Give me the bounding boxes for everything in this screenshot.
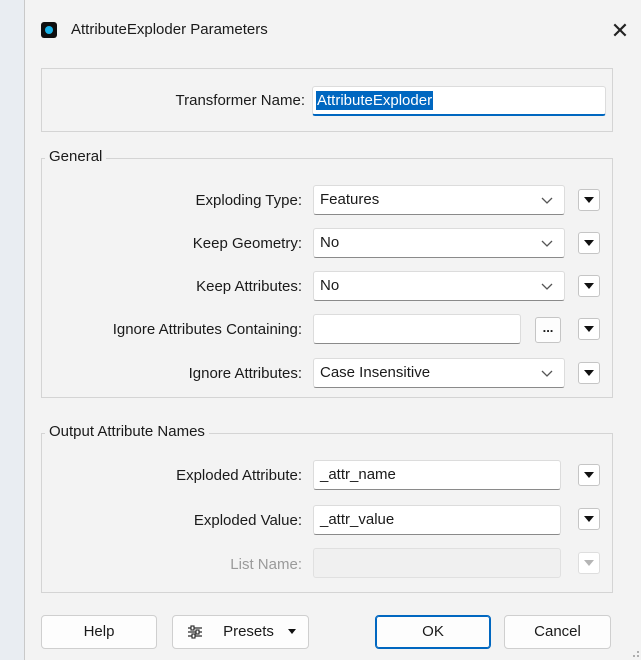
ignore-attributes-containing-menu-button[interactable] [578, 318, 600, 340]
browse-button[interactable]: ... [535, 317, 561, 343]
list-name-menu-button [578, 552, 600, 574]
transformer-name-input[interactable]: AttributeExploder [312, 86, 606, 116]
presets-caret-icon [288, 629, 296, 634]
keep-attributes-label: Keep Attributes: [196, 278, 302, 295]
sliders-icon [188, 625, 202, 639]
close-icon: ✕ [610, 18, 630, 43]
attribute-exploder-dialog: AttributeExploder Parameters ✕ Transform… [24, 0, 641, 660]
close-button[interactable]: ✕ [598, 12, 641, 50]
exploded-attribute-input[interactable]: _attr_name [313, 460, 561, 490]
transformer-name-label: Transformer Name: [175, 92, 305, 109]
app-icon [41, 22, 57, 38]
exploding-type-label: Exploding Type: [195, 192, 302, 209]
window-title: AttributeExploder Parameters [71, 21, 268, 38]
cancel-button[interactable]: Cancel [504, 615, 611, 649]
exploding-type-menu-button[interactable] [578, 189, 600, 211]
exploded-value-label: Exploded Value: [193, 512, 302, 529]
ignore-attributes-containing-input[interactable] [313, 314, 521, 344]
exploded-value-menu-button[interactable] [578, 508, 600, 530]
keep-geometry-label: Keep Geometry: [192, 235, 302, 252]
presets-button[interactable]: Presets [172, 615, 309, 649]
help-button[interactable]: Help [41, 615, 157, 649]
keep-geometry-value: No [320, 234, 340, 251]
ok-button[interactable]: OK [375, 615, 491, 649]
keep-geometry-select[interactable]: No [313, 228, 565, 258]
general-section-title: General [45, 148, 107, 165]
chevron-down-icon [541, 240, 553, 247]
ignore-attributes-value: Case Insensitive [320, 364, 431, 381]
list-name-input [313, 548, 561, 578]
help-button-label: Help [83, 623, 115, 640]
ok-button-label: OK [422, 623, 444, 640]
chevron-down-icon [541, 283, 553, 290]
keep-attributes-value: No [320, 277, 340, 294]
output-section-title: Output Attribute Names [45, 423, 209, 440]
ignore-attributes-label: Ignore Attributes: [188, 365, 302, 382]
keep-attributes-menu-button[interactable] [578, 275, 600, 297]
ignore-attributes-select[interactable]: Case Insensitive [313, 358, 565, 388]
keep-geometry-menu-button[interactable] [578, 232, 600, 254]
exploding-type-value: Features [320, 191, 380, 208]
transformer-name-value: AttributeExploder [316, 91, 434, 110]
keep-attributes-select[interactable]: No [313, 271, 565, 301]
exploded-value-value: _attr_value [320, 511, 395, 528]
exploded-attribute-value: _attr_name [320, 466, 396, 483]
exploded-attribute-label: Exploded Attribute: [176, 467, 302, 484]
cancel-button-label: Cancel [534, 623, 581, 640]
chevron-down-icon [541, 197, 553, 204]
title-bar: AttributeExploder Parameters ✕ [25, 0, 641, 60]
ignore-attributes-menu-button[interactable] [578, 362, 600, 384]
chevron-down-icon [541, 370, 553, 377]
resize-grip-icon[interactable] [630, 648, 640, 658]
exploded-attribute-menu-button[interactable] [578, 464, 600, 486]
ignore-attributes-containing-label: Ignore Attributes Containing: [112, 321, 302, 338]
exploding-type-select[interactable]: Features [313, 185, 565, 215]
exploded-value-input[interactable]: _attr_value [313, 505, 561, 535]
presets-button-label: Presets [223, 623, 274, 640]
list-name-label: List Name: [230, 556, 302, 573]
